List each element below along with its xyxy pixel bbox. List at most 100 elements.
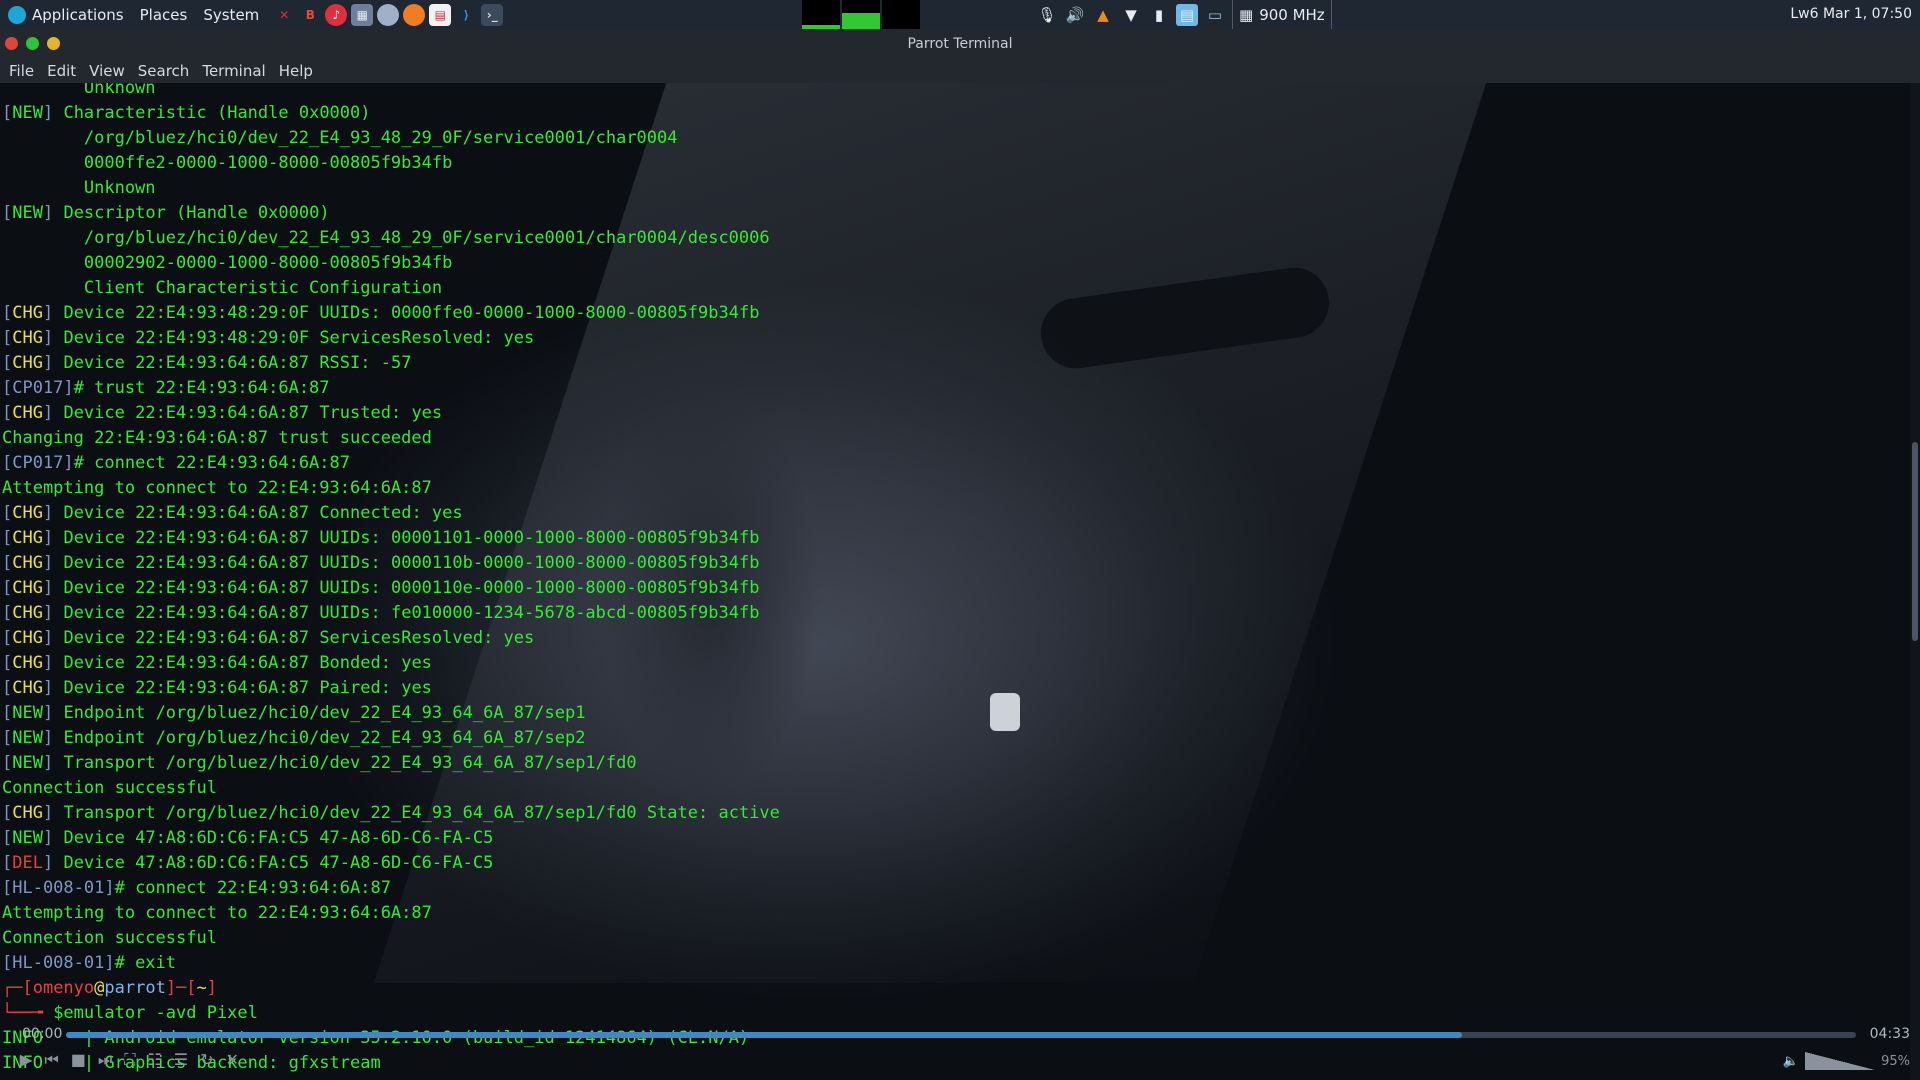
places-menu[interactable]: Places xyxy=(132,0,196,29)
tag-bracket: [ xyxy=(2,578,13,598)
menu-view[interactable]: View xyxy=(84,62,133,80)
vscode-launcher-icon[interactable]: ⟩ xyxy=(455,4,477,26)
terminal-menubar: File Edit View Search Terminal Help xyxy=(0,59,1920,83)
microphone-icon[interactable]: 🎙 xyxy=(1036,4,1058,26)
extended-settings-icon[interactable]: ☷ xyxy=(147,1050,161,1070)
system-label: System xyxy=(203,5,260,24)
text-editor-launcher-icon[interactable]: ▤ xyxy=(429,3,452,26)
tag-bracket: [ xyxy=(2,753,13,773)
line-tag: CHG xyxy=(12,328,43,348)
shuffle-icon[interactable]: ✕ xyxy=(226,1050,239,1070)
tag-bracket: ] xyxy=(42,853,54,873)
parrot-logo-icon xyxy=(8,5,26,24)
terminal-line: [NEW] Device 47:A8:6D:C6:FA:C5 47-A8-6D-… xyxy=(2,826,780,851)
play-icon[interactable]: ▶ xyxy=(20,1050,32,1070)
terminal-line: [CP017]# connect 22:E4:93:64:6A:87 xyxy=(2,451,780,476)
tag-bracket: [ xyxy=(2,653,13,673)
cpu-frequency[interactable]: ▦ 900 MHz xyxy=(1232,0,1332,29)
line-text: Descriptor (Handle 0x0000) xyxy=(53,203,330,223)
terminal-scrollbar[interactable] xyxy=(1910,83,1920,1080)
scrollbar-thumb[interactable] xyxy=(1912,441,1918,642)
line-tag: NEW xyxy=(12,728,43,748)
terminal-line: [CHG] Transport /org/bluez/hci0/dev_22_E… xyxy=(2,801,780,826)
menu-file[interactable]: File xyxy=(4,62,42,80)
line-text: Device 22:E4:93:64:6A:87 UUIDs: 0000110e… xyxy=(53,578,760,598)
image-viewer-launcher-icon[interactable]: ▦ xyxy=(351,3,374,26)
line-text: Connection successful xyxy=(2,928,217,948)
terminal-launcher-icon[interactable]: ›_ xyxy=(481,3,504,26)
system-monitor-graphs xyxy=(802,0,920,29)
tag-bracket: [ xyxy=(2,853,13,873)
terminal-line: /org/bluez/hci0/dev_22_E4_93_48_29_0F/se… xyxy=(2,126,780,151)
line-text: 0000ffe2-0000-1000-8000-00805f9b34fb xyxy=(2,153,453,173)
terminal-line: Connection successful xyxy=(2,776,780,801)
playlist-icon[interactable]: ☰ xyxy=(174,1050,188,1070)
tag-bracket: ] xyxy=(42,653,54,673)
tag-bracket: [ xyxy=(2,353,13,373)
tag-bracket: ] xyxy=(42,603,54,623)
line-text: Transport /org/bluez/hci0/dev_22_E4_93_6… xyxy=(53,803,780,823)
line-text: Connection successful xyxy=(2,778,217,798)
volume-slider[interactable] xyxy=(1805,1052,1876,1070)
line-text: Attempting to connect to 22:E4:93:64:6A:… xyxy=(2,903,432,923)
system-menu[interactable]: System xyxy=(195,0,267,29)
tag-bracket: ] xyxy=(42,403,54,423)
menu-help[interactable]: Help xyxy=(274,62,321,80)
line-tag: CHG xyxy=(12,603,43,623)
tag-bracket: [ xyxy=(2,603,13,623)
menu-edit[interactable]: Edit xyxy=(42,62,84,80)
line-text: Device 22:E4:93:64:6A:87 Trusted: yes xyxy=(53,403,443,423)
browser-launcher-icon[interactable] xyxy=(377,3,400,26)
line-tag: CHG xyxy=(12,528,43,548)
window-titlebar[interactable]: Parrot Terminal xyxy=(0,29,1920,59)
terminal-line: INFO | Android emulator version 35.2.10.… xyxy=(2,1026,780,1051)
clipboard-icon[interactable]: ▮ xyxy=(1148,4,1170,26)
display-icon[interactable]: ▭ xyxy=(1204,4,1226,26)
line-tag: NEW xyxy=(12,103,43,123)
line-tag: CHG xyxy=(12,678,43,698)
previous-icon[interactable]: ⏮ xyxy=(44,1050,58,1070)
terminal-line: [CP017]# trust 22:E4:93:64:6A:87 xyxy=(2,376,780,401)
line-text: Endpoint /org/bluez/hci0/dev_22_E4_93_64… xyxy=(53,728,586,748)
applications-menu[interactable]: Applications xyxy=(0,0,132,29)
notes-icon[interactable]: ▤ xyxy=(1176,3,1198,26)
x-tool-launcher-icon[interactable]: ✕ xyxy=(273,4,295,26)
terminal-line: Unknown xyxy=(2,83,780,101)
line-text: $emulator -avd Pixel xyxy=(53,1003,258,1023)
clock[interactable]: Lw6 Mar 1, 07:50 xyxy=(1790,0,1912,29)
loop-icon[interactable]: ↻ xyxy=(200,1050,213,1070)
menu-terminal[interactable]: Terminal xyxy=(197,62,273,80)
shell-host: parrot xyxy=(104,978,166,998)
terminal-line: ┌─[omenyo@parrot]─[~] xyxy=(2,976,780,1001)
line-text: Transport /org/bluez/hci0/dev_22_E4_93_6… xyxy=(53,753,637,773)
wifi-icon[interactable]: ▼ xyxy=(1120,4,1142,26)
media-seek-bar[interactable] xyxy=(66,1032,1856,1038)
stop-icon[interactable]: ■ xyxy=(71,1050,86,1070)
terminal-line: [HL-008-01]# exit xyxy=(2,951,780,976)
bluetooth-prompt: [HL-008-01] xyxy=(2,953,115,973)
line-tag: CHG xyxy=(12,503,43,523)
line-text: Endpoint /org/bluez/hci0/dev_22_E4_93_64… xyxy=(53,703,586,723)
tag-bracket: [ xyxy=(2,803,13,823)
terminal-line: [CHG] Device 22:E4:93:64:6A:87 Bonded: y… xyxy=(2,651,780,676)
terminal-line: └──╼ $emulator -avd Pixel xyxy=(2,1001,780,1026)
firefox-launcher-icon[interactable] xyxy=(403,3,426,26)
terminal-output[interactable]: Unknown [NEW] Characteristic (Handle 0x00… xyxy=(0,83,1910,1080)
vlc-icon[interactable]: ▲ xyxy=(1092,4,1114,26)
media-launcher-icon[interactable]: ♪ xyxy=(325,3,348,26)
terminal-line: Changing 22:E4:93:64:6A:87 trust succeed… xyxy=(2,426,780,451)
terminal-line: 0000ffe2-0000-1000-8000-00805f9b34fb xyxy=(2,151,780,176)
tag-bracket: ] xyxy=(42,628,54,648)
line-text: Device 22:E4:93:64:6A:87 UUIDs: 00001101… xyxy=(53,528,760,548)
fullscreen-icon[interactable]: ⛶ xyxy=(124,1050,135,1070)
next-icon[interactable]: ⏭ xyxy=(98,1050,112,1070)
menu-search[interactable]: Search xyxy=(133,62,198,80)
volume-icon[interactable]: 🔊 xyxy=(1064,4,1086,26)
burp-launcher-icon[interactable]: B xyxy=(299,4,321,26)
line-tag: CHG xyxy=(12,303,43,323)
line-text: /org/bluez/hci0/dev_22_E4_93_48_29_0F/se… xyxy=(2,228,770,248)
terminal-line: [CHG] Device 22:E4:93:48:29:0F ServicesR… xyxy=(2,326,780,351)
media-controls: ▶ ⏮ ■ ⏭ ⛶ ☷ ☰ ↻ ✕ xyxy=(20,1050,239,1070)
line-tag: CHG xyxy=(12,403,43,423)
media-volume[interactable]: 🔈 95% xyxy=(1783,1052,1910,1070)
